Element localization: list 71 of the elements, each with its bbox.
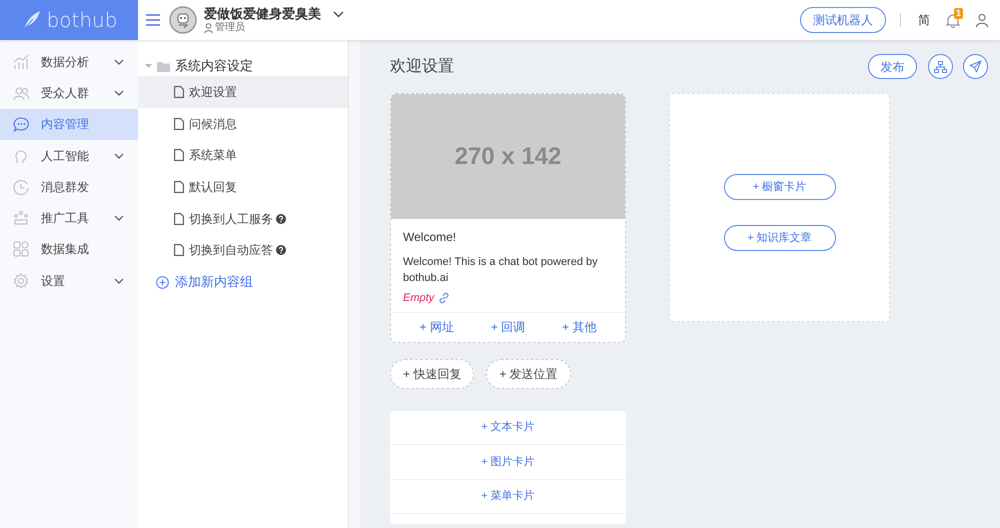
notification-badge: 1 <box>954 8 964 18</box>
role-label: 管理员 <box>215 22 245 34</box>
card-link[interactable]: + 回调 <box>490 318 526 336</box>
page-title: 欢迎设置 <box>390 56 454 76</box>
people-icon <box>13 84 29 101</box>
tree-item[interactable]: 默认回复 <box>138 171 348 203</box>
document-icon <box>174 180 184 193</box>
card-link[interactable]: + 其他 <box>562 318 596 336</box>
add-group-link[interactable]: 添加新内容组 <box>138 272 348 292</box>
add-card-button[interactable]: + 图片卡片 <box>390 445 626 480</box>
quick-reply-button[interactable]: + 快速回复 <box>390 358 474 388</box>
settings-icon <box>13 272 29 289</box>
document-icon <box>174 118 184 130</box>
language-toggle[interactable]: 简 <box>918 11 930 29</box>
clock-icon <box>13 178 29 195</box>
add-button[interactable]: + 橱窗卡片 <box>724 174 836 200</box>
crown-icon <box>13 210 29 226</box>
sidebar-item[interactable]: 内容管理 <box>0 108 138 140</box>
chevron-down-icon[interactable] <box>114 215 124 222</box>
logo-text: bothub <box>46 7 118 34</box>
add-card-button[interactable]: + 文本卡片 <box>390 410 626 445</box>
link-icon[interactable] <box>438 292 450 304</box>
chart-icon <box>13 54 29 70</box>
help-icon[interactable] <box>276 214 286 224</box>
send-button[interactable] <box>963 54 988 79</box>
chevron-down-icon[interactable] <box>114 90 124 96</box>
quick-reply-button[interactable]: + 发送位置 <box>486 358 571 388</box>
chat-icon <box>13 116 29 132</box>
sidebar-item[interactable]: 推广工具 <box>0 202 138 234</box>
menu-icon[interactable] <box>146 14 160 26</box>
bot-name[interactable]: 爱做饭爱健身爱臭美 <box>204 6 321 22</box>
sidebar-item[interactable]: 受众人群 <box>0 77 138 109</box>
folder-label[interactable]: 系统内容设定 <box>175 56 253 76</box>
chevron-down-icon[interactable] <box>114 278 124 284</box>
folder-icon <box>157 60 170 72</box>
tree-item[interactable]: 问候消息 <box>138 108 348 140</box>
sidebar-item[interactable]: 消息群发 <box>0 171 138 202</box>
publish-button[interactable]: 发布 <box>868 54 917 79</box>
sidebar-item[interactable]: 数据分析 <box>0 46 138 78</box>
tree-item[interactable]: 切换到人工服务 <box>138 202 348 234</box>
document-icon <box>174 86 184 98</box>
tree-item[interactable]: 系统菜单 <box>138 139 348 172</box>
card-title: Welcome! <box>403 229 458 246</box>
document-icon <box>174 244 184 256</box>
chevron-down-icon[interactable] <box>114 152 124 159</box>
tree-item[interactable]: 欢迎设置 <box>138 76 348 108</box>
tree-item[interactable]: 切换到自动应答 <box>138 234 348 266</box>
help-icon[interactable] <box>276 245 286 256</box>
sitemap-button[interactable] <box>928 54 953 79</box>
document-icon <box>174 149 184 162</box>
add-card-button[interactable]: + 菜单卡片 <box>390 480 626 514</box>
card-link[interactable]: + 网址 <box>419 318 454 336</box>
plus-circle-icon <box>156 276 169 289</box>
chevron-down-icon[interactable] <box>114 58 124 65</box>
add-button[interactable]: + 知识库文章 <box>724 225 836 251</box>
robot-avatar <box>169 6 197 34</box>
card-text: Welcome! This is a chat bot powered by bothub.ai <box>403 255 599 286</box>
sidebar-item[interactable]: 设置 <box>0 265 138 296</box>
paper-plane-icon <box>969 60 982 73</box>
image-size-label: 270 x 142 <box>454 142 562 172</box>
sidebar-item[interactable]: 人工智能 <box>0 140 138 172</box>
sidebar-item[interactable]: 数据集成 <box>0 234 138 266</box>
user-icon <box>204 23 213 34</box>
head-icon <box>13 148 29 164</box>
test-bot-button[interactable]: 测试机器人 <box>800 7 886 33</box>
document-icon <box>174 212 184 225</box>
user-icon[interactable] <box>976 14 988 26</box>
hierarchy-icon <box>934 60 947 72</box>
grid-icon <box>13 241 29 258</box>
empty-label: Empty <box>403 291 434 306</box>
chevron-down-icon[interactable] <box>333 10 344 18</box>
